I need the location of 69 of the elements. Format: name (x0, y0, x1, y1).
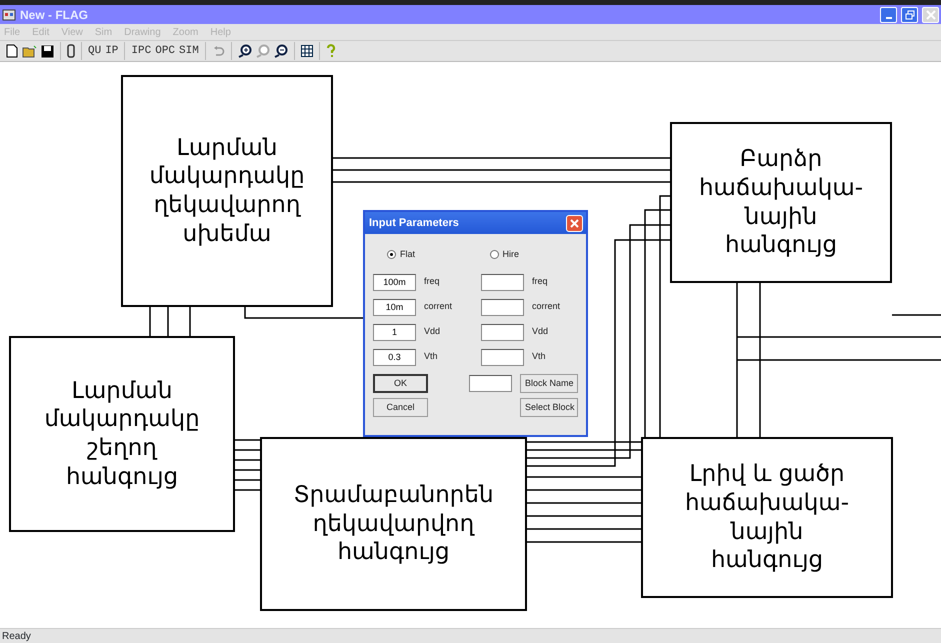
field-label: freq (532, 275, 548, 288)
toolbar-button[interactable]: SIM (179, 46, 199, 56)
block-label: մակարդակը (149, 162, 305, 191)
radio-label: Hire (502, 248, 520, 261)
block-label: նային (744, 202, 818, 232)
restore-button[interactable] (901, 6, 918, 22)
input-field[interactable] (481, 324, 524, 340)
wire (892, 314, 941, 316)
block-label: Տրամաբանորեն (293, 480, 494, 510)
input-field[interactable] (481, 348, 524, 366)
field-label: Vth (424, 350, 438, 364)
close-button[interactable] (566, 214, 583, 232)
zoom-in-icon[interactable] (238, 44, 252, 58)
field-label: corrent (532, 300, 560, 314)
block-name-button[interactable]: Block Name (520, 374, 578, 392)
block-label: Բարձր (740, 145, 822, 174)
input-field[interactable] (481, 274, 524, 290)
block-label: նային (730, 518, 804, 546)
toolbar-button[interactable]: OPC (155, 46, 176, 56)
input-field[interactable]: 10m (373, 298, 416, 316)
block-label: ղեկավարող (154, 191, 300, 220)
input-field[interactable]: 0.3 (373, 348, 416, 366)
new-file-icon[interactable] (6, 44, 18, 58)
field-label: Vth (532, 350, 546, 364)
input-field[interactable]: 1 (373, 324, 416, 340)
app-icon (2, 8, 16, 22)
minimize-button[interactable] (880, 6, 897, 22)
field-label: corrent (424, 300, 452, 314)
input-field[interactable] (469, 374, 512, 392)
restore-icon (904, 10, 914, 20)
radio-label: Flat (400, 248, 416, 261)
field-label: freq (424, 275, 440, 288)
block-label: հաճախակա- (698, 174, 864, 202)
folder-icon[interactable] (22, 44, 37, 58)
toolbar-button[interactable]: IP (105, 46, 118, 56)
block-label: ղեկավարվող (312, 510, 474, 538)
close-icon (570, 218, 579, 228)
select-block-button[interactable]: Select Block (520, 398, 578, 416)
minimize-icon (886, 16, 892, 18)
window-title: New - FLAG (20, 6, 88, 24)
block-label: մակարդակը (44, 405, 200, 434)
status-text: Ready (2, 630, 31, 643)
block-label: Լարման (72, 376, 172, 406)
radio-button[interactable] (387, 250, 396, 260)
block-label: հանգույց (724, 231, 838, 260)
block-label: Լրիվ և ցածր (689, 460, 845, 489)
block-label: Լարման (176, 134, 278, 162)
cancel-button[interactable]: Cancel (373, 398, 428, 416)
ok-button[interactable]: OK (373, 374, 428, 392)
block-label: սխեմա (182, 220, 272, 248)
bracket-icon[interactable] (67, 44, 75, 58)
input-field[interactable]: 100m (373, 274, 416, 290)
close-icon (926, 10, 936, 20)
field-label: Vdd (424, 325, 440, 338)
input-field[interactable] (481, 298, 524, 316)
block-label: հանգույց (66, 462, 178, 492)
block-label: հանգույց (710, 546, 824, 575)
field-label: Vdd (532, 325, 548, 338)
grid-icon[interactable] (300, 45, 313, 57)
zoom-out-icon[interactable] (274, 44, 288, 58)
toolbar-button[interactable]: IPC (131, 46, 152, 56)
close-button[interactable] (922, 6, 939, 22)
toolbar-button[interactable]: QU (88, 46, 102, 56)
save-icon[interactable] (41, 44, 54, 58)
radio-button[interactable] (490, 250, 498, 260)
block-label: հաճախակա- (684, 488, 850, 518)
block-label: շեղող (87, 434, 157, 463)
dialog-title: Input Parameters (369, 216, 459, 231)
block-label: հանգույց (337, 538, 450, 568)
